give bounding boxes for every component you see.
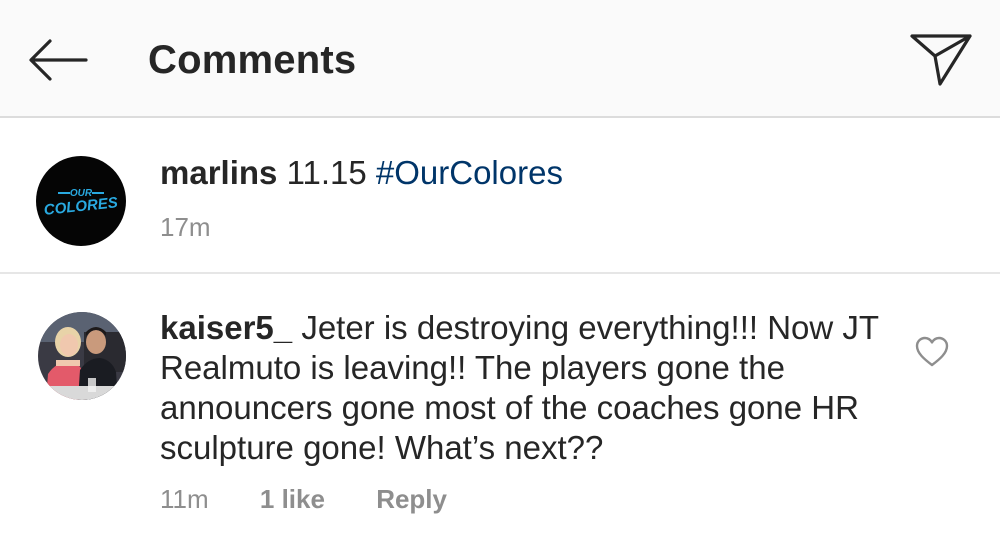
caption-timestamp: 17m	[160, 212, 211, 242]
paper-plane-icon	[910, 34, 972, 86]
comment-item: kaiser5_ Jeter is destroying everything!…	[0, 276, 1000, 552]
comment-likes-link[interactable]: 1 like	[260, 484, 325, 514]
avatar[interactable]	[38, 312, 126, 400]
page-title: Comments	[148, 38, 357, 82]
caption-hashtag[interactable]: #OurColores	[376, 154, 563, 191]
svg-text:COLORES: COLORES	[43, 194, 119, 219]
like-comment-button[interactable]	[914, 334, 950, 370]
our-colores-logo: OUR COLORES	[43, 188, 119, 219]
caption-username[interactable]: marlins	[160, 154, 277, 191]
caption-text: marlins 11.15 #OurColores	[160, 154, 563, 192]
heart-outline-icon	[915, 336, 949, 367]
comment-username[interactable]: kaiser5_	[160, 309, 292, 346]
arrow-left-icon	[29, 39, 88, 81]
comment-timestamp: 11m	[160, 484, 209, 514]
top-bar: Comments	[0, 0, 1000, 118]
caption-body: 11.15	[286, 154, 367, 191]
comment-actions: 11m 1 like Reply	[160, 484, 491, 515]
user-photo	[38, 312, 126, 400]
back-button[interactable]	[26, 36, 90, 84]
share-button[interactable]	[908, 30, 974, 88]
marlins-avatar[interactable]: OUR COLORES	[36, 156, 126, 246]
comment-text: kaiser5_ Jeter is destroying everything!…	[160, 308, 900, 468]
reply-button[interactable]: Reply	[376, 484, 447, 514]
post-caption: OUR COLORES marlins 11.15 #OurColores 17…	[0, 120, 1000, 274]
